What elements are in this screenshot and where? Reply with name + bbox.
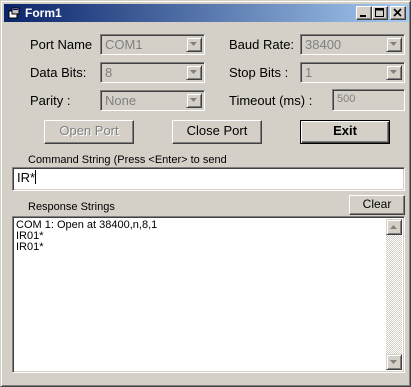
baud-rate-label: Baud Rate: (229, 37, 295, 52)
data-bits-label: Data Bits: (30, 65, 87, 80)
baud-rate-combo[interactable]: 38400 (300, 34, 405, 55)
port-name-dropdown-button[interactable] (186, 37, 202, 52)
arrow-down-icon (390, 360, 397, 364)
response-strings-list[interactable]: COM 1: Open at 38400,n,8,1 IR01* IR01* (12, 216, 405, 373)
port-name-label: Port Name (30, 37, 93, 52)
text-caret (35, 170, 37, 184)
vertical-scrollbar[interactable] (386, 219, 402, 370)
stop-bits-dropdown-button[interactable] (386, 65, 402, 80)
close-port-button[interactable]: Close Port (172, 120, 262, 144)
parity-dropdown-button[interactable] (186, 93, 202, 108)
command-string-input[interactable]: IR* (12, 167, 405, 191)
response-lines: COM 1: Open at 38400,n,8,1 IR01* IR01* (16, 220, 157, 253)
baud-rate-dropdown-button[interactable] (386, 37, 402, 52)
arrow-up-icon (390, 225, 397, 229)
clear-button[interactable]: Clear (349, 195, 405, 215)
chevron-down-icon (390, 70, 397, 74)
command-string-label: Command String (Press <Enter> to send (28, 154, 227, 166)
parity-value: None (105, 93, 137, 108)
timeout-field[interactable]: 500 (332, 89, 405, 111)
form1-window: Form1 Port Name COM1 Baud Rate: 38400 Da… (0, 0, 411, 387)
window-title: Form1 (25, 6, 62, 20)
exit-button[interactable]: Exit (300, 120, 390, 144)
data-bits-combo[interactable]: 8 (100, 62, 205, 83)
chevron-down-icon (190, 98, 197, 102)
close-button[interactable] (390, 6, 406, 20)
parity-label: Parity : (30, 93, 71, 108)
maximize-button[interactable] (372, 6, 388, 20)
response-strings-label: Response Strings (28, 201, 115, 213)
chevron-down-icon (390, 42, 397, 46)
open-port-button[interactable]: Open Port (44, 120, 134, 144)
stop-bits-label: Stop Bits : (229, 65, 289, 80)
scroll-down-button[interactable] (386, 354, 402, 370)
parity-combo[interactable]: None (100, 90, 205, 111)
minimize-icon (360, 15, 366, 17)
command-string-value: IR* (17, 170, 36, 185)
minimize-button[interactable] (356, 6, 372, 20)
data-bits-value: 8 (105, 65, 113, 80)
scroll-up-button[interactable] (386, 219, 402, 235)
title-bar[interactable]: Form1 (4, 4, 409, 22)
chevron-down-icon (190, 70, 197, 74)
stop-bits-value: 1 (305, 65, 313, 80)
data-bits-dropdown-button[interactable] (186, 65, 202, 80)
close-icon (393, 8, 402, 17)
list-item: IR01* (16, 241, 44, 253)
chevron-down-icon (190, 42, 197, 46)
app-icon (8, 7, 20, 19)
maximize-icon (375, 8, 384, 17)
port-name-combo[interactable]: COM1 (100, 34, 205, 55)
stop-bits-combo[interactable]: 1 (300, 62, 405, 83)
port-name-value: COM1 (105, 37, 143, 52)
timeout-label: Timeout (ms) : (229, 93, 313, 108)
baud-rate-value: 38400 (305, 37, 342, 52)
timeout-value: 500 (337, 93, 356, 105)
